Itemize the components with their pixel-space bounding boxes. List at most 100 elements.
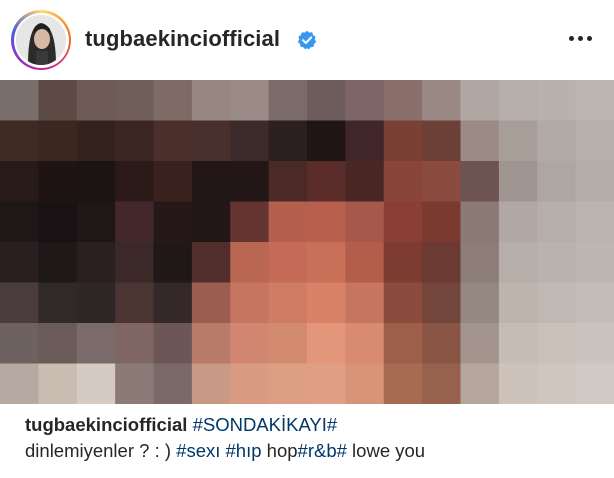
mosaic-tile <box>76 282 116 324</box>
mosaic-tile <box>345 242 385 284</box>
mosaic-tile <box>307 242 346 284</box>
mosaic-tile <box>38 363 78 404</box>
mosaic-tile <box>345 201 385 243</box>
mosaic-tile <box>307 282 346 324</box>
caption: tugbaekinciofficial #SONDAKİKAYI# dinlem… <box>25 412 605 464</box>
mosaic-tile <box>422 282 462 324</box>
instagram-post: tugbaekinciofficial tugbaekinciofficial … <box>0 0 614 478</box>
mosaic-tile <box>115 201 155 243</box>
mosaic-tile <box>0 80 39 122</box>
mosaic-tile <box>191 80 231 122</box>
mosaic-tile <box>191 120 231 162</box>
more-options-icon[interactable] <box>569 36 592 41</box>
mosaic-tile <box>345 161 385 203</box>
mosaic-tile <box>38 120 78 162</box>
mosaic-tile <box>0 161 39 203</box>
hashtag-hip[interactable]: #hıp <box>226 440 262 461</box>
mosaic-tile <box>153 242 193 284</box>
mosaic-tile <box>537 80 577 122</box>
mosaic-tile <box>268 201 308 243</box>
mosaic-tile <box>230 201 270 243</box>
mosaic-tile <box>230 242 270 284</box>
mosaic-tile <box>575 80 614 122</box>
mosaic-tile <box>537 242 577 284</box>
mosaic-tile <box>38 161 78 203</box>
mosaic-tile <box>191 201 231 243</box>
mosaic-tile <box>268 120 308 162</box>
mosaic-tile <box>498 363 538 404</box>
mosaic-tile <box>537 363 577 404</box>
mosaic-tile <box>38 80 78 122</box>
mosaic-tile <box>575 120 614 162</box>
caption-ending: lowe you <box>346 440 426 461</box>
mosaic-tile <box>460 242 500 284</box>
mosaic-tile <box>422 161 462 203</box>
mosaic-tile <box>115 363 155 404</box>
mosaic-tile <box>76 201 116 243</box>
mosaic-tile <box>537 201 577 243</box>
mosaic-tile <box>307 201 346 243</box>
mosaic-tile <box>575 161 614 203</box>
mosaic-tile <box>460 161 500 203</box>
mosaic-tile <box>422 323 462 365</box>
mosaic-tile <box>191 363 231 404</box>
dot <box>587 36 592 41</box>
mosaic-tile <box>307 80 346 122</box>
mosaic-tile <box>76 120 116 162</box>
mosaic-tile <box>38 282 78 324</box>
hashtag-sondakikayi[interactable]: #SONDAKİKAYI# <box>193 414 338 435</box>
mosaic-tile <box>115 323 155 365</box>
mosaic-tile <box>0 363 39 404</box>
caption-text: dinlemiyenler ? : ) <box>25 440 177 461</box>
mosaic-tile <box>575 242 614 284</box>
caption-username[interactable]: tugbaekinciofficial <box>25 414 187 435</box>
mosaic-tile <box>422 80 462 122</box>
mosaic-tile <box>0 282 39 324</box>
mosaic-tile <box>191 161 231 203</box>
mosaic-tile <box>76 80 116 122</box>
mosaic-tile <box>153 161 193 203</box>
mosaic-tile <box>307 120 346 162</box>
hashtag-sexi[interactable]: #sexı <box>176 440 220 461</box>
mosaic-tile <box>230 363 270 404</box>
post-image[interactable] <box>0 80 614 404</box>
mosaic-tile <box>383 363 423 404</box>
avatar-image <box>16 15 66 65</box>
mosaic-tile <box>153 201 193 243</box>
mosaic-tile <box>153 282 193 324</box>
mosaic-tile <box>38 201 78 243</box>
mosaic-tile <box>383 242 423 284</box>
mosaic-tile <box>0 242 39 284</box>
mosaic-tile <box>153 323 193 365</box>
mosaic-tile <box>115 161 155 203</box>
mosaic-tile <box>498 242 538 284</box>
avatar[interactable] <box>16 15 66 65</box>
mosaic-tile <box>230 323 270 365</box>
mosaic-tile <box>345 282 385 324</box>
caption-line-2: dinlemiyenler ? : ) #sexı #hıp hop#r&b# … <box>25 438 605 464</box>
hashtag-rb[interactable]: #r&b# <box>298 440 347 461</box>
story-ring[interactable] <box>11 10 71 70</box>
mosaic-tile <box>0 201 39 243</box>
mosaic-tile <box>345 363 385 404</box>
mosaic-tile <box>460 80 500 122</box>
mosaic-tile <box>268 323 308 365</box>
header-username[interactable]: tugbaekinciofficial <box>85 26 280 52</box>
mosaic-tile <box>115 242 155 284</box>
mosaic-tile <box>38 242 78 284</box>
mosaic-tile <box>268 161 308 203</box>
mosaic-tile <box>383 282 423 324</box>
mosaic-tile <box>575 323 614 365</box>
mosaic-tile <box>307 323 346 365</box>
mosaic-tile <box>191 242 231 284</box>
mosaic-tile <box>153 80 193 122</box>
mosaic-tile <box>76 323 116 365</box>
mosaic-tile <box>575 201 614 243</box>
mosaic-tile <box>498 282 538 324</box>
mosaic-tile <box>230 282 270 324</box>
mosaic-tile <box>537 161 577 203</box>
mosaic-tile <box>0 323 39 365</box>
mosaic-tile <box>460 282 500 324</box>
mosaic-tile <box>383 120 423 162</box>
mosaic-tile <box>230 80 270 122</box>
